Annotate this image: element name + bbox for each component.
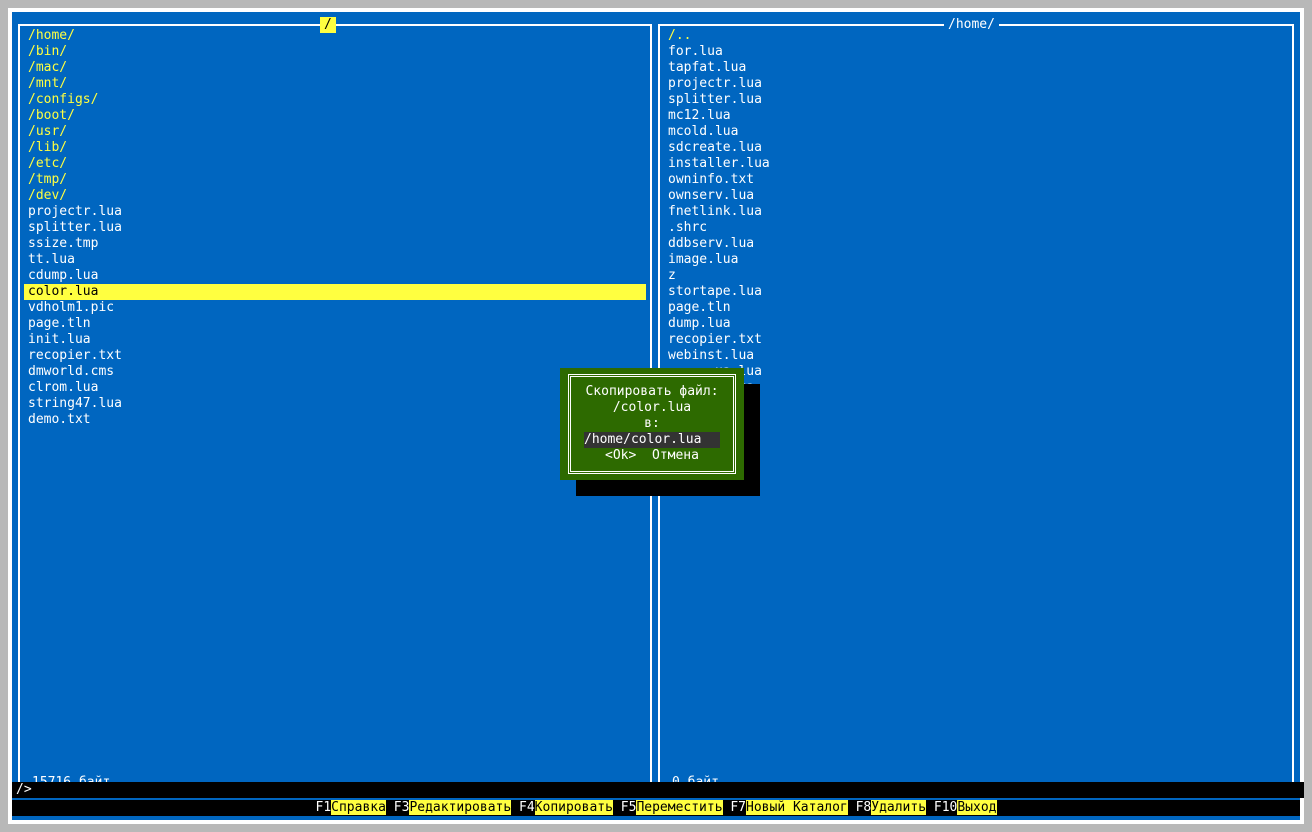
directory-item[interactable]: /home/ [20, 28, 650, 44]
fkey-label: Удалить [871, 800, 927, 815]
copy-dialog: Скопировать файл: /color.lua в: /home/co… [560, 368, 744, 480]
file-item[interactable]: ownserv.lua [660, 188, 1292, 204]
file-item[interactable]: mc12.lua [660, 108, 1292, 124]
file-item[interactable]: color.lua [24, 284, 646, 300]
file-item[interactable]: ddbserv.lua [660, 236, 1292, 252]
directory-item[interactable]: /boot/ [20, 108, 650, 124]
directory-item[interactable]: /mac/ [20, 60, 650, 76]
fkey-f3-button[interactable]: F3Редактировать [393, 800, 512, 815]
fkey-label: Справка [331, 800, 386, 815]
file-item[interactable]: projectr.lua [20, 204, 650, 220]
ok-button[interactable]: <Ok> [605, 448, 636, 463]
fkey-f8-button[interactable]: F8Удалить [855, 800, 927, 815]
left-panel[interactable]: / /home//bin//mac//mnt//configs//boot//u… [18, 17, 652, 791]
fkey-f5-button[interactable]: F5Переместить [621, 800, 723, 815]
fkey-label: Переместить [636, 800, 723, 815]
file-item[interactable]: vdholm1.pic [20, 300, 650, 316]
file-item[interactable]: dump.lua [660, 316, 1292, 332]
file-item[interactable]: sdcreate.lua [660, 140, 1292, 156]
dialog-title: Скопировать файл: [585, 384, 719, 399]
function-key-bar: F1Справка F3Редактировать F4Копировать F… [12, 800, 1300, 816]
dialog-source-path: /color.lua [612, 400, 692, 415]
left-panel-path: / [320, 17, 336, 33]
fkey-number: F3 [393, 800, 410, 815]
fkey-f7-button[interactable]: F7Новый Каталог [730, 800, 848, 815]
file-item[interactable]: owninfo.txt [660, 172, 1292, 188]
directory-item[interactable]: /dev/ [20, 188, 650, 204]
fkey-label: Выход [957, 800, 997, 815]
file-item[interactable]: dmworld.cms [20, 364, 650, 380]
directory-item[interactable]: /.. [660, 28, 1292, 44]
directory-item[interactable]: /usr/ [20, 124, 650, 140]
file-item[interactable]: fnetlink.lua [660, 204, 1292, 220]
file-item[interactable]: splitter.lua [20, 220, 650, 236]
directory-item[interactable]: /mnt/ [20, 76, 650, 92]
file-item[interactable]: page.tln [660, 300, 1292, 316]
file-item[interactable]: stortape.lua [660, 284, 1292, 300]
right-panel-path: /home/ [944, 17, 999, 33]
file-item[interactable]: ssize.tmp [20, 236, 650, 252]
file-item[interactable]: recopier.txt [20, 348, 650, 364]
file-item[interactable]: .shrc [660, 220, 1292, 236]
fkey-number: F1 [315, 800, 332, 815]
file-item[interactable]: projectr.lua [660, 76, 1292, 92]
dialog-shadow-bottom [576, 480, 760, 496]
fkey-number: F7 [730, 800, 747, 815]
directory-item[interactable]: /configs/ [20, 92, 650, 108]
commander-screen: / /home//bin//mac//mnt//configs//boot//u… [12, 12, 1304, 820]
fkey-number: F4 [519, 800, 535, 815]
fkey-label: Редактировать [409, 800, 512, 815]
fkey-f4-button[interactable]: F4Копировать [519, 800, 613, 815]
dialog-to-label: в: [644, 416, 660, 431]
fkey-number: F10 [933, 800, 958, 815]
destination-path-input[interactable]: /home/color.lua [584, 432, 720, 448]
file-item[interactable]: z [660, 268, 1292, 284]
fkey-f1-button[interactable]: F1Справка [316, 800, 386, 815]
directory-item[interactable]: /bin/ [20, 44, 650, 60]
fkey-f10-button[interactable]: F10Выход [934, 800, 997, 815]
file-item[interactable]: image.lua [660, 252, 1292, 268]
file-item[interactable]: splitter.lua [660, 92, 1292, 108]
command-line[interactable]: /> [12, 782, 1304, 798]
file-item[interactable]: webinst.lua [660, 348, 1292, 364]
directory-item[interactable]: /tmp/ [20, 172, 650, 188]
file-item[interactable]: ua.lua [660, 364, 1292, 380]
file-item[interactable]: cdump.lua [20, 268, 650, 284]
file-item[interactable]: tt.lua [20, 252, 650, 268]
file-item[interactable]: demo.txt [20, 412, 650, 428]
fkey-number: F5 [620, 800, 637, 815]
file-item[interactable]: string47.lua [20, 396, 650, 412]
file-item[interactable]: init.lua [20, 332, 650, 348]
file-item[interactable]: page.tln [20, 316, 650, 332]
file-item[interactable]: tapfat.lua [660, 60, 1292, 76]
file-item[interactable]: recopier.txt [660, 332, 1292, 348]
file-item[interactable]: for.lua [660, 44, 1292, 60]
file-item[interactable]: installer.lua [660, 156, 1292, 172]
file-item[interactable]: clrom.lua [20, 380, 650, 396]
dialog-buttons: <Ok> Отмена [560, 448, 744, 464]
file-item[interactable]: mcold.lua [660, 124, 1292, 140]
left-file-list[interactable]: /home//bin//mac//mnt//configs//boot//usr… [20, 28, 650, 428]
fkey-label: Новый Каталог [746, 800, 848, 815]
fkey-label: Копировать [534, 800, 613, 815]
cancel-button[interactable]: Отмена [652, 448, 699, 463]
fkey-number: F8 [855, 800, 872, 815]
directory-item[interactable]: /etc/ [20, 156, 650, 172]
directory-item[interactable]: /lib/ [20, 140, 650, 156]
